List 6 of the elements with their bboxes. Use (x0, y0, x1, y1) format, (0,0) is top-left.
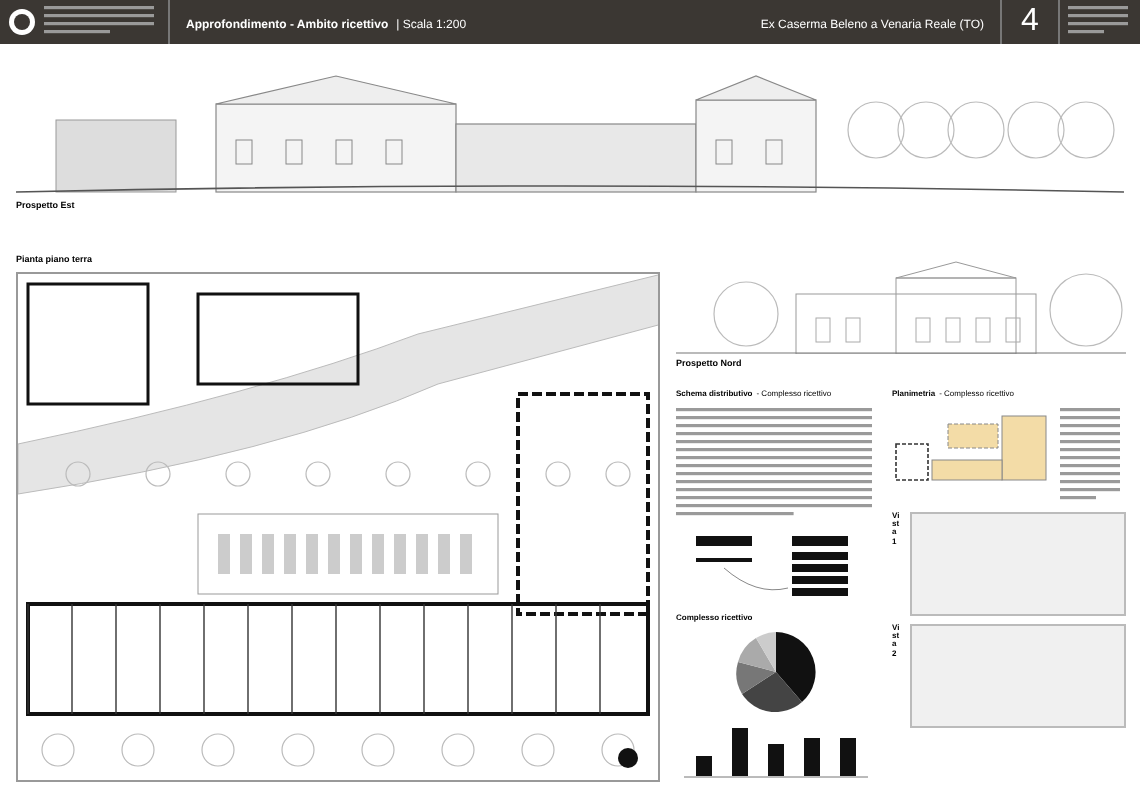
header-info-text-drawing (44, 6, 154, 38)
university-logo-icon (8, 8, 36, 36)
area-pie-chart-drawing (736, 631, 816, 711)
header-meta-text-drawing (1068, 6, 1128, 38)
description-text-drawing (1060, 407, 1120, 503)
board-number: 4 (1021, 2, 1039, 42)
